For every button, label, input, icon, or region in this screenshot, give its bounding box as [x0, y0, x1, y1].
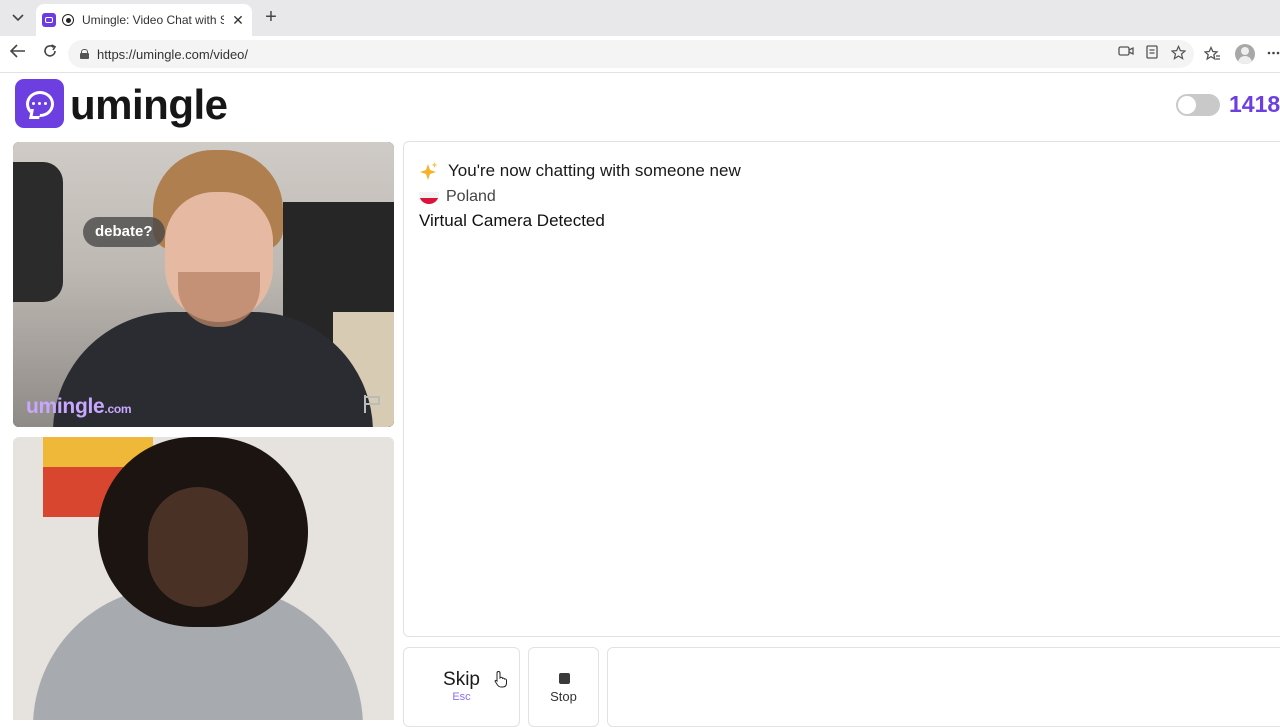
reload-icon[interactable]: [39, 43, 61, 65]
online-user-count: 1418: [1229, 91, 1280, 117]
browser-tab[interactable]: Umingle: Video Chat with Stra ✕: [36, 4, 252, 36]
reader-mode-icon[interactable]: [1144, 45, 1160, 61]
more-menu-icon[interactable]: [1266, 45, 1280, 61]
url-text[interactable]: https://umingle.com/video/: [97, 47, 248, 62]
system-message: You're now chatting with someone new: [419, 161, 741, 181]
stranger-video: debate? umingle.com: [13, 142, 394, 427]
report-flag-icon[interactable]: [362, 395, 382, 413]
sparkles-icon: [419, 161, 439, 181]
virtual-camera-notice: Virtual Camera Detected: [419, 211, 605, 230]
stop-button[interactable]: Stop: [528, 647, 599, 727]
address-bar[interactable]: https://umingle.com/video/: [68, 40, 1194, 68]
recording-indicator-icon: [62, 14, 74, 26]
browser-toolbar: https://umingle.com/video/: [0, 36, 1280, 73]
theme-toggle[interactable]: [1176, 94, 1220, 116]
microphone-arm: [13, 162, 63, 302]
browser-tab-bar: Umingle: Video Chat with Stra ✕ +: [0, 0, 1280, 36]
favorites-icon[interactable]: [1204, 46, 1220, 62]
site-logo-text[interactable]: umingle: [70, 79, 228, 131]
back-arrow-icon[interactable]: [7, 43, 29, 65]
hand-pointer-cursor-icon: [494, 670, 508, 688]
profile-avatar-icon[interactable]: [1235, 44, 1255, 64]
skip-shortcut-hint: Esc: [452, 691, 471, 703]
self-video: [13, 437, 394, 720]
lock-icon[interactable]: [80, 49, 89, 59]
umingle-logo-icon[interactable]: [15, 79, 64, 128]
umingle-favicon-icon: [42, 13, 56, 27]
camera-in-use-icon[interactable]: [1118, 45, 1134, 61]
umingle-watermark: umingle.com: [26, 395, 132, 418]
chat-log: You're now chatting with someone new Pol…: [403, 141, 1280, 637]
poland-flag-icon: [419, 192, 439, 204]
favorite-star-icon[interactable]: [1169, 44, 1187, 61]
video-caption-bubble: debate?: [83, 217, 165, 247]
tab-title: Umingle: Video Chat with Stra: [82, 13, 224, 27]
stop-label: Stop: [550, 689, 577, 704]
new-tab-button[interactable]: +: [260, 6, 282, 28]
stop-square-icon: [559, 673, 570, 684]
stranger-country: Poland: [419, 188, 496, 206]
message-input[interactable]: [607, 647, 1280, 727]
tab-close-icon[interactable]: ✕: [230, 12, 246, 29]
site-header: umingle 1418: [0, 73, 1280, 137]
tab-list-chevron-icon[interactable]: [6, 7, 30, 29]
